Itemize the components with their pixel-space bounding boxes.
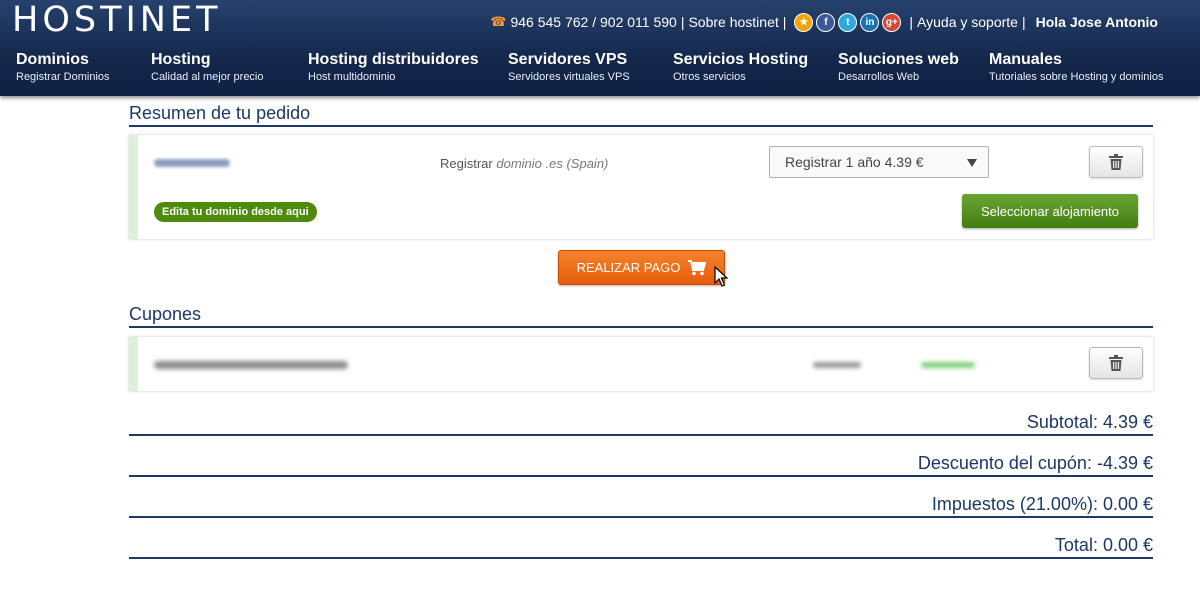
cart-icon	[688, 259, 707, 275]
coupon-card	[129, 337, 1153, 391]
select-hosting-button[interactable]: Seleccionar alojamiento	[962, 194, 1138, 228]
edit-domain-badge[interactable]: Edita tu dominio desde aqui	[154, 202, 317, 222]
about-link[interactable]: Sobre hostinet	[688, 14, 778, 30]
nav-title: Dominios	[16, 51, 89, 68]
nav-subtitle: Tutoriales sobre Hosting y dominios	[989, 71, 1164, 83]
total-row: Total: 0.00 €	[129, 534, 1153, 559]
subtotal-row: Subtotal: 4.39 €	[129, 411, 1153, 436]
user-greeting[interactable]: Hola Jose Antonio	[1036, 14, 1158, 30]
order-summary-title: Resumen de tu pedido	[129, 102, 1153, 127]
delete-domain-button[interactable]	[1089, 146, 1143, 178]
register-domain: dominio .es (Spain)	[496, 156, 609, 171]
nav-title: Soluciones web	[838, 51, 959, 68]
nav-subtitle: Servidores virtuales VPS	[508, 71, 630, 83]
top-bar: ☎ 946 545 762 / 902 011 590 | Sobre host…	[490, 10, 1158, 34]
star-icon[interactable]: ★	[794, 12, 814, 32]
nav-title: Manuales	[989, 51, 1062, 68]
mouse-cursor-icon	[714, 266, 728, 287]
trash-icon	[1109, 355, 1123, 371]
phone-icon: ☎	[490, 14, 507, 29]
separator: |	[909, 14, 914, 30]
select-value: Registrar 1 año 4.39 €	[785, 154, 924, 170]
registration-period-select[interactable]: Registrar 1 año 4.39 €	[769, 146, 989, 178]
linkedin-icon[interactable]: in	[860, 12, 880, 32]
nav-item-manuales[interactable]: Manuales Tutoriales sobre Hosting y domi…	[989, 50, 1163, 84]
nav-item-soluciones-web[interactable]: Soluciones web Desarrollos Web	[838, 50, 959, 84]
main-nav: Dominios Registrar Dominios Hosting Cali…	[0, 50, 1200, 90]
nav-item-servidores-vps[interactable]: Servidores VPS Servidores virtuales VPS	[508, 50, 630, 84]
separator: |	[1021, 14, 1026, 30]
order-item-card: Registrar dominio .es (Spain) Registrar …	[129, 135, 1153, 239]
social-links: ★ f t in g+	[794, 12, 902, 32]
chevron-down-icon	[967, 159, 977, 167]
domain-name-redacted	[154, 159, 230, 167]
nav-subtitle: Calidad al mejor precio	[151, 71, 264, 83]
nav-item-dominios[interactable]: Dominios Registrar Dominios	[16, 50, 110, 84]
delete-coupon-button[interactable]	[1089, 347, 1143, 379]
nav-item-servicios-hosting[interactable]: Servicios Hosting Otros servicios	[673, 50, 808, 84]
twitter-icon[interactable]: t	[838, 12, 858, 32]
nav-title: Hosting distribuidores	[308, 51, 479, 68]
pay-button-label: REALIZAR PAGO	[576, 260, 681, 275]
nav-subtitle: Host multidominio	[308, 71, 396, 83]
nav-item-hosting[interactable]: Hosting Calidad al mejor precio	[151, 50, 264, 84]
register-description: Registrar dominio .es (Spain)	[440, 156, 608, 171]
taxes-row: Impuestos (21.00%): 0.00 €	[129, 493, 1153, 518]
nav-item-hosting-distribuidores[interactable]: Hosting distribuidores Host multidominio	[308, 50, 479, 84]
nav-title: Hosting	[151, 51, 211, 68]
nav-title: Servicios Hosting	[673, 51, 809, 68]
coupon-amount-redacted	[813, 362, 861, 368]
site-header: HOSTINET ☎ 946 545 762 / 902 011 590 | S…	[0, 0, 1200, 96]
nav-title: Servidores VPS	[508, 51, 628, 68]
facebook-icon[interactable]: f	[816, 12, 836, 32]
phone-number: 946 545 762 / 902 011 590	[510, 14, 677, 30]
register-prefix: Registrar	[440, 156, 493, 171]
nav-subtitle: Otros servicios	[673, 71, 746, 83]
nav-subtitle: Desarrollos Web	[838, 71, 920, 83]
coupons-title: Cupones	[129, 303, 1153, 328]
coupon-code-redacted	[154, 361, 348, 369]
pay-button[interactable]: REALIZAR PAGO	[558, 250, 725, 285]
coupon-status-redacted	[921, 362, 975, 368]
nav-subtitle: Registrar Dominios	[16, 71, 110, 83]
separator: |	[680, 14, 685, 30]
logo[interactable]: HOSTINET	[12, 2, 221, 38]
help-link[interactable]: Ayuda y soporte	[917, 14, 1018, 30]
google-plus-icon[interactable]: g+	[882, 12, 902, 32]
trash-icon	[1109, 154, 1123, 170]
separator: |	[782, 14, 787, 30]
coupon-discount-row: Descuento del cupón: -4.39 €	[129, 452, 1153, 477]
